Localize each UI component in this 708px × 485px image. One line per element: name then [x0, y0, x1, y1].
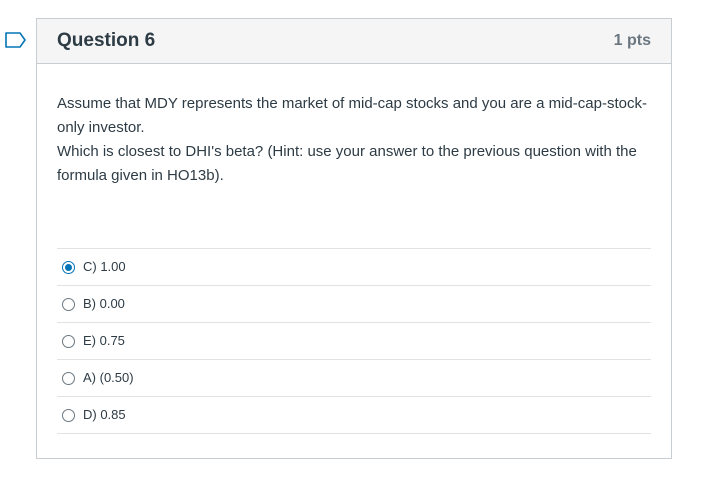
- answer-label[interactable]: C) 1.00: [83, 255, 126, 279]
- bookmark-flag-icon[interactable]: [5, 32, 27, 48]
- question-points: 1 pts: [613, 32, 651, 49]
- answer-label[interactable]: A) (0.50): [83, 366, 134, 390]
- answer-option[interactable]: B) 0.00: [57, 286, 651, 323]
- question-text: Assume that MDY represents the market of…: [57, 92, 651, 188]
- radio-unselected-icon[interactable]: [62, 334, 75, 348]
- answer-list: C) 1.00 B) 0.00 E) 0.75 A) (0.50) D) 0.8…: [57, 248, 651, 434]
- answer-label[interactable]: D) 0.85: [83, 403, 126, 427]
- answer-option[interactable]: C) 1.00: [57, 249, 651, 286]
- answer-label[interactable]: B) 0.00: [83, 292, 125, 316]
- radio-unselected-icon[interactable]: [62, 297, 75, 311]
- radio-unselected-icon[interactable]: [62, 371, 75, 385]
- radio-selected-icon[interactable]: [62, 260, 75, 274]
- question-title: Question 6: [57, 30, 156, 51]
- quiz-page: Question 6 1 pts Assume that MDY represe…: [0, 0, 708, 485]
- question-header: Question 6 1 pts: [37, 19, 671, 64]
- question-body: Assume that MDY represents the market of…: [37, 64, 671, 434]
- answer-option[interactable]: E) 0.75: [57, 323, 651, 360]
- question-paragraph: Assume that MDY represents the market of…: [57, 95, 647, 136]
- question-card: Question 6 1 pts Assume that MDY represe…: [36, 18, 672, 459]
- answer-option[interactable]: A) (0.50): [57, 360, 651, 397]
- question-paragraph: Which is closest to DHI's beta? (Hint: u…: [57, 143, 637, 184]
- radio-unselected-icon[interactable]: [62, 408, 75, 422]
- answer-label[interactable]: E) 0.75: [83, 329, 125, 353]
- answer-option[interactable]: D) 0.85: [57, 397, 651, 434]
